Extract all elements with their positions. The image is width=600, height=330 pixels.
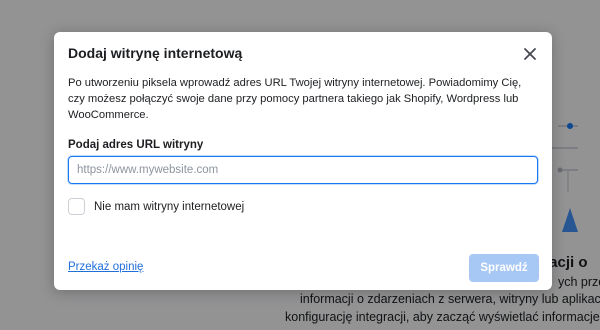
no-website-label: Nie mam witryny internetowej	[94, 200, 245, 213]
url-field-label: Podaj adres URL witryny	[68, 139, 204, 151]
close-button[interactable]	[520, 44, 540, 64]
dialog-title: Dodaj witrynę internetową	[68, 45, 243, 61]
close-icon	[524, 48, 536, 60]
check-button[interactable]: Sprawdź	[469, 254, 539, 282]
add-website-dialog: Dodaj witrynę internetową Po utworzeniu …	[54, 32, 552, 290]
website-url-input[interactable]	[68, 156, 538, 184]
dialog-description: Po utworzeniu piksela wprowadź adres URL…	[68, 77, 522, 121]
feedback-link[interactable]: Przekaż opinię	[68, 261, 143, 273]
no-website-option[interactable]: Nie mam witryny internetowej	[68, 198, 244, 215]
no-website-checkbox[interactable]	[68, 198, 85, 215]
